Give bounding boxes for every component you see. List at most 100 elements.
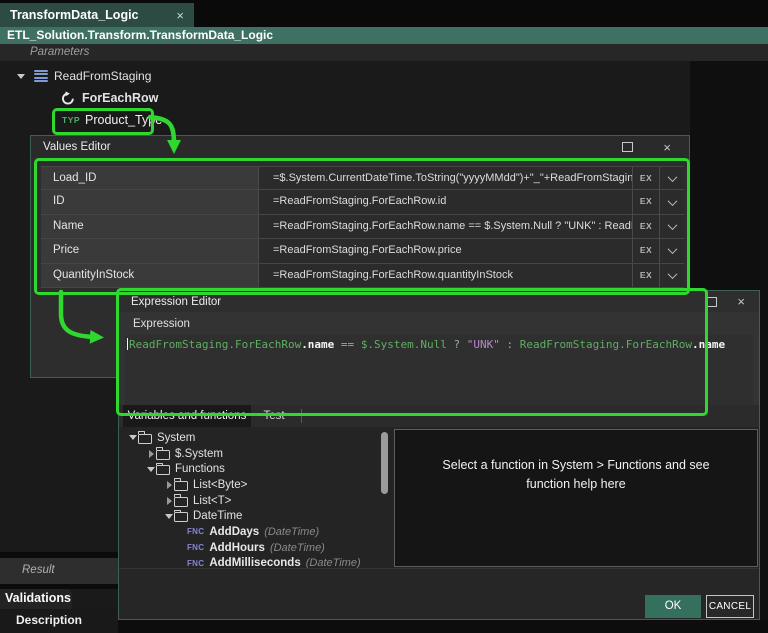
tab-separator: [301, 409, 302, 423]
expander-closed-icon[interactable]: [164, 496, 174, 505]
value-expression-input[interactable]: =ReadFromStaging.ForEachRow.quantityInSt…: [259, 263, 633, 287]
folder-label: List<T>: [193, 494, 232, 507]
code-token-member: .name: [691, 338, 726, 351]
function-name: AddDays: [209, 525, 260, 538]
folder-label: $.System: [175, 447, 223, 460]
function-help-panel: Select a function in System > Functions …: [394, 429, 758, 567]
function-name: AddHours: [209, 541, 265, 554]
result-section[interactable]: Result: [0, 558, 118, 584]
value-name: Load_ID: [41, 167, 259, 190]
expression-editor-dialog: Expression Editor × Expression ReadFromS…: [118, 290, 760, 620]
parameters-section-label[interactable]: Parameters: [0, 44, 768, 61]
function-tree-function[interactable]: FNC AddMilliseconds (DateTime): [187, 556, 361, 569]
values-table: Load_ID =$.System.CurrentDateTime.ToStrin…: [41, 166, 684, 288]
folder-icon: [173, 509, 188, 523]
function-badge: FNC: [187, 558, 205, 568]
value-dropdown-button[interactable]: [660, 190, 684, 213]
code-token-ident: $.System.Null: [360, 338, 447, 351]
expander-open-icon[interactable]: [146, 466, 156, 472]
folder-label: System: [157, 431, 196, 444]
expander-open-icon[interactable]: [16, 73, 26, 79]
tab-variables-and-functions[interactable]: Variables and functions: [123, 405, 251, 427]
expression-mode-button[interactable]: EX: [633, 167, 660, 190]
tree-item-readfromstaging[interactable]: ReadFromStaging: [16, 66, 151, 86]
expression-editor-titlebar[interactable]: Expression Editor ×: [119, 291, 759, 312]
app-window: TransformData_Logic × ETL_Solution.Trans…: [0, 0, 768, 633]
value-row[interactable]: ID =ReadFromStaging.ForEachRow.id EX: [41, 190, 684, 215]
function-tree-folder[interactable]: System: [128, 430, 361, 446]
function-tree-folder[interactable]: DateTime: [164, 508, 361, 524]
expression-code: ReadFromStaging.ForEachRow.name == $.Sys…: [129, 338, 725, 351]
expander-open-icon[interactable]: [128, 435, 138, 441]
expression-mode-button[interactable]: EX: [633, 190, 660, 214]
function-tree-folder[interactable]: Functions: [146, 461, 361, 477]
value-row[interactable]: Name =ReadFromStaging.ForEachRow.name == …: [41, 214, 684, 240]
description-label: Description: [16, 613, 83, 627]
value-row[interactable]: QuantityInStock =ReadFromStaging.ForEachR…: [41, 263, 684, 288]
tree-item-label: ReadFromStaging: [54, 69, 152, 83]
expression-code-input[interactable]: ReadFromStaging.ForEachRow.name == $.Sys…: [125, 335, 753, 406]
value-dropdown-button[interactable]: [660, 239, 684, 262]
tab-transformdata-logic[interactable]: TransformData_Logic ×: [0, 3, 194, 27]
maximize-icon[interactable]: [622, 142, 634, 152]
value-expression-input[interactable]: =ReadFromStaging.ForEachRow.price: [259, 239, 633, 263]
maximize-icon[interactable]: [706, 296, 718, 307]
value-row[interactable]: Load_ID =$.System.CurrentDateTime.ToStrin…: [41, 166, 684, 191]
function-tree-folder[interactable]: $.System: [146, 446, 361, 462]
validations-tab[interactable]: Validations: [0, 589, 72, 609]
tab-close-icon[interactable]: ×: [176, 9, 184, 22]
value-dropdown-button[interactable]: [660, 167, 684, 189]
code-token-op: ?: [446, 338, 467, 351]
validations-label: Validations: [5, 591, 71, 605]
code-token-string: "UNK": [466, 338, 500, 351]
function-tree-function[interactable]: FNC AddHours (DateTime): [187, 540, 361, 556]
value-expression-input[interactable]: =ReadFromStaging.ForEachRow.id: [259, 190, 633, 214]
tree-item-product-type[interactable]: TYP Product_Type: [62, 110, 162, 130]
function-return-type: (DateTime): [264, 525, 320, 538]
breadcrumb: ETL_Solution.Transform.TransformData_Log…: [0, 27, 768, 44]
expression-mode-button[interactable]: EX: [633, 214, 660, 239]
tree-item-label: ForEachRow: [82, 91, 159, 105]
value-name: Price: [41, 239, 259, 263]
tree-item-label: Product_Type: [85, 113, 163, 127]
close-icon[interactable]: ×: [663, 141, 671, 154]
folder-icon: [155, 462, 170, 476]
dialog-title: Expression Editor: [131, 295, 222, 308]
value-expression-input[interactable]: =$.System.CurrentDateTime.ToString("yyyy…: [259, 167, 633, 190]
expression-mode-button[interactable]: EX: [633, 239, 660, 263]
document-tabstrip: TransformData_Logic ×: [0, 0, 768, 27]
function-badge: FNC: [187, 543, 205, 553]
cancel-button[interactable]: CANCEL: [706, 595, 754, 618]
code-token-ident: ReadFromStaging.ForEachRow: [519, 338, 692, 351]
function-tree-folder[interactable]: List<Byte>: [164, 477, 361, 493]
expression-mode-button[interactable]: EX: [633, 263, 660, 287]
chevron-down-icon: [667, 171, 677, 182]
chevron-down-icon: [667, 268, 677, 279]
foreach-loop-icon: [62, 90, 74, 104]
value-dropdown-button[interactable]: [660, 215, 684, 238]
value-row[interactable]: Price =ReadFromStaging.ForEachRow.price EX: [41, 239, 684, 264]
value-expression-input[interactable]: =ReadFromStaging.ForEachRow.name == $.Sy…: [259, 214, 633, 239]
chevron-down-icon: [667, 244, 677, 255]
tree-item-foreachrow[interactable]: ForEachRow: [60, 88, 158, 108]
ok-button[interactable]: OK: [645, 595, 701, 618]
database-icon: [34, 69, 48, 83]
expander-closed-icon[interactable]: [146, 449, 156, 458]
close-icon[interactable]: ×: [737, 295, 745, 308]
function-tree-folder[interactable]: List<T>: [164, 493, 361, 509]
dialog-footer: OK CANCEL: [119, 568, 759, 619]
tree-scrollbar[interactable]: [381, 432, 388, 494]
type-badge: TYP: [62, 115, 81, 125]
function-tree-function[interactable]: FNC AddDays (DateTime): [187, 524, 361, 540]
values-editor-titlebar[interactable]: Values Editor ×: [31, 136, 689, 158]
value-dropdown-button[interactable]: [660, 264, 684, 287]
expression-label: Expression: [133, 318, 190, 330]
code-token-op: ==: [334, 338, 361, 351]
text-caret: [127, 338, 128, 350]
tab-test[interactable]: Test: [251, 405, 297, 427]
code-token-member: .name: [301, 338, 335, 351]
function-badge: FNC: [187, 527, 205, 537]
description-section[interactable]: Description: [0, 609, 118, 633]
expander-closed-icon[interactable]: [164, 480, 174, 489]
expander-open-icon[interactable]: [164, 513, 174, 519]
